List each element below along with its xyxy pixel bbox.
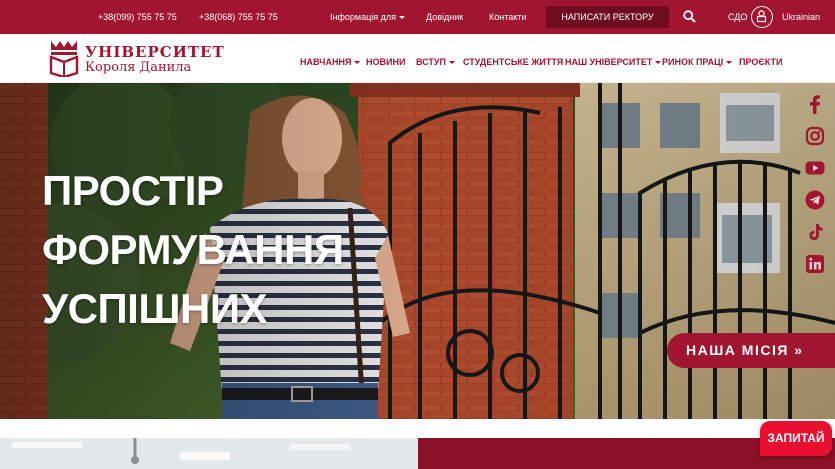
phone-link-1[interactable]: +38(099) 755 75 75 <box>98 0 177 34</box>
linkedin-icon[interactable] <box>804 253 826 275</box>
nav-item-projects[interactable]: Проєкти <box>739 34 782 83</box>
user-lock-icon[interactable] <box>751 6 773 28</box>
nav-item-student-life[interactable]: Студентське життя <box>463 34 563 83</box>
hero-banner: ПРОСТІР ФОРМУВАННЯ УСПІШНИХ НАША МІСІЯ » <box>0 83 835 419</box>
nav-label: Новини <box>366 57 406 67</box>
logo-subtitle: Короля Данила <box>85 60 192 75</box>
search-icon[interactable] <box>683 10 696 23</box>
nav-label: Проєкти <box>739 57 783 67</box>
ask-chat-button[interactable]: ЗАПИТАЙ <box>760 421 832 456</box>
nav-label: Ринок праці <box>662 57 724 67</box>
facebook-icon[interactable] <box>804 93 826 115</box>
nav-item-admission[interactable]: Вступ <box>416 34 455 83</box>
language-selector[interactable]: Ukrainian <box>782 0 820 34</box>
phone-link-2[interactable]: +38(068) 755 75 75 <box>199 0 278 34</box>
nav-label: Навчання <box>300 57 352 67</box>
telegram-icon[interactable] <box>804 189 826 211</box>
hero-title-line-1: ПРОСТІР <box>42 167 224 214</box>
info-for-dropdown[interactable]: Інформація для <box>330 0 405 34</box>
nav-label: Вступ <box>416 57 446 67</box>
directory-link[interactable]: Довідник <box>426 0 463 34</box>
nav-item-job-market[interactable]: Ринок праці <box>662 34 733 83</box>
chevron-down-icon <box>354 61 361 65</box>
nav-item-study[interactable]: Навчання <box>300 34 361 83</box>
chevron-down-icon <box>726 61 733 65</box>
nav-item-news[interactable]: Новини <box>366 34 405 83</box>
info-for-label: Інформація для <box>330 12 396 22</box>
contacts-link[interactable]: Контакти <box>489 0 526 34</box>
crown-book-logo[interactable] <box>48 39 80 77</box>
top-bar: +38(099) 755 75 75 +38(068) 755 75 75 Ін… <box>0 0 835 34</box>
chevron-down-icon <box>655 61 662 65</box>
ceiling-photo <box>0 438 418 469</box>
nav-label: Наш університет <box>565 57 653 67</box>
sdo-link[interactable]: СДО <box>728 0 747 34</box>
nav-item-our-university[interactable]: Наш університет <box>565 34 662 83</box>
instagram-icon[interactable] <box>804 125 826 147</box>
section-preview-left <box>0 438 418 469</box>
chevron-down-icon <box>398 16 405 20</box>
tiktok-icon[interactable] <box>804 221 826 243</box>
write-rector-button[interactable]: Написати ректору <box>546 6 669 28</box>
chevron-down-icon <box>449 61 455 65</box>
hero-title-line-2: ФОРМУВАННЯ <box>42 226 344 273</box>
main-navigation: УНІВЕРСИТЕТ Короля Данила Навчання Новин… <box>0 34 835 83</box>
our-mission-button[interactable]: НАША МІСІЯ » <box>667 333 835 368</box>
logo-title: УНІВЕРСИТЕТ <box>85 43 225 61</box>
hero-title-line-3: УСПІШНИХ <box>42 285 268 332</box>
youtube-icon[interactable] <box>804 157 826 179</box>
nav-label: Студентське життя <box>463 57 564 67</box>
